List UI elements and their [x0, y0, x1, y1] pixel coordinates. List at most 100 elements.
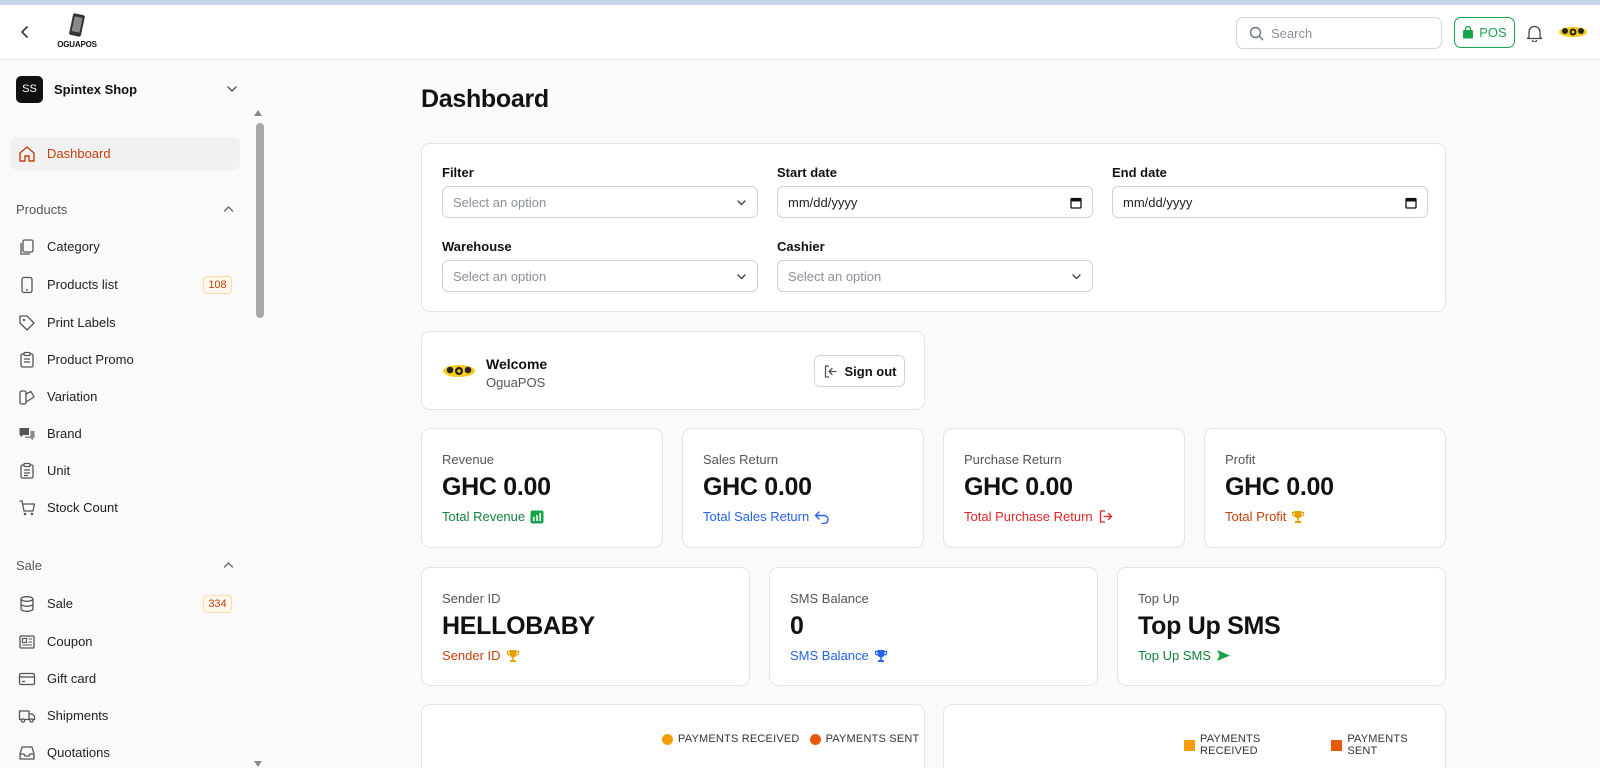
sidebar-item-gift-card[interactable]: Gift card — [10, 662, 240, 695]
sidebar-item-unit[interactable]: Unit — [10, 454, 240, 487]
sidebar-item-label: Variation — [47, 389, 98, 404]
chevron-up-icon — [223, 206, 234, 212]
legend-item[interactable]: PAYMENTS RECEIVED — [1184, 733, 1321, 757]
search-icon — [1249, 26, 1264, 41]
newspaper-icon — [19, 634, 35, 649]
stat-footer: Total Profit — [1225, 509, 1305, 524]
credit-card-icon — [18, 672, 36, 685]
start-date-input[interactable]: mm/dd/yyyy — [777, 186, 1093, 218]
legend-label: PAYMENTS SENT — [1347, 733, 1408, 757]
start-date-label: Start date — [777, 165, 837, 180]
shopping-bag-icon — [1463, 26, 1474, 39]
swatch-icon — [19, 389, 35, 405]
warehouse-select[interactable]: Select an option — [442, 260, 758, 292]
top-up-link[interactable]: Top Up SMS — [1138, 648, 1231, 663]
bell-icon[interactable] — [1526, 24, 1543, 42]
filter-panel: Filter Select an option Start date mm/dd… — [421, 143, 1446, 312]
user-avatar-icon[interactable] — [1557, 23, 1589, 41]
brand-logo-icon — [443, 365, 475, 377]
sidebar-item-category[interactable]: Category — [10, 230, 240, 263]
shop-name: Spintex Shop — [54, 81, 138, 97]
stat-footer-text: Total Profit — [1225, 509, 1287, 524]
payments-chart-left: PAYMENTS RECEIVED PAYMENTS SENT — [421, 704, 925, 768]
app-header: OGUAPOS POS — [0, 5, 1600, 60]
search-box[interactable] — [1236, 17, 1442, 49]
sidebar-item-coupon[interactable]: Coupon — [10, 625, 240, 658]
start-date-value: mm/dd/yyyy — [788, 194, 858, 210]
sales-return-card: Sales Return GHC 0.00 Total Sales Return — [682, 428, 924, 548]
legend-item[interactable]: PAYMENTS RECEIVED — [662, 733, 800, 745]
warehouse-label: Warehouse — [442, 239, 512, 254]
scrollbar-down-arrow[interactable] — [254, 761, 262, 767]
stat-value: GHC 0.00 — [442, 473, 551, 501]
scrollbar-up-arrow[interactable] — [254, 110, 262, 116]
sidebar-item-label: Coupon — [47, 634, 93, 649]
stat-label: Revenue — [442, 452, 495, 467]
sidebar-item-sale[interactable]: Sale 334 — [10, 587, 240, 620]
end-date-input[interactable]: mm/dd/yyyy — [1112, 186, 1428, 218]
cart-icon — [19, 499, 36, 515]
cashier-label: Cashier — [777, 239, 825, 254]
filter-label: Filter — [442, 165, 474, 180]
legend-dot-sent — [809, 733, 821, 745]
shop-switcher[interactable]: SS Spintex Shop — [16, 75, 244, 103]
sidebar-item-dashboard[interactable]: Dashboard — [10, 137, 240, 170]
chat-bubbles-icon — [19, 427, 35, 440]
search-input[interactable] — [1271, 18, 1436, 48]
trophy-icon — [506, 649, 519, 662]
stat-label: Profit — [1225, 452, 1256, 467]
sidebar-item-label: Shipments — [47, 708, 109, 723]
scrollbar-thumb[interactable] — [256, 123, 264, 318]
chevron-down-icon — [227, 86, 237, 92]
sidebar-item-brand[interactable]: Brand — [10, 417, 240, 450]
end-date-field: End date mm/dd/yyyy — [1112, 165, 1428, 218]
end-date-label: End date — [1112, 165, 1167, 180]
end-date-value: mm/dd/yyyy — [1123, 194, 1193, 210]
sidebar-item-print-labels[interactable]: Print Labels — [10, 306, 240, 339]
sidebar-item-quotations[interactable]: Quotations — [10, 736, 240, 768]
shop-avatar: SS — [16, 75, 43, 103]
undo-arrow-icon — [815, 510, 829, 524]
section-sale[interactable]: Sale — [16, 555, 234, 575]
home-icon — [19, 145, 35, 162]
app-logo[interactable]: OGUAPOS — [57, 13, 97, 53]
logo-text: OGUAPOS — [57, 40, 97, 49]
back-button[interactable] — [14, 21, 36, 43]
stat-value: GHC 0.00 — [1225, 473, 1334, 501]
stat-value: HELLOBABY — [442, 612, 595, 640]
sender-id-card: Sender ID HELLOBABY Sender ID — [421, 567, 750, 686]
sidebar-item-variation[interactable]: Variation — [10, 380, 240, 413]
cashier-select[interactable]: Select an option — [777, 260, 1093, 292]
cashier-placeholder: Select an option — [788, 268, 882, 284]
send-icon — [1216, 650, 1230, 661]
sidebar-item-label: Category — [47, 239, 100, 254]
trophy-icon — [1292, 510, 1305, 523]
sidebar-item-product-promo[interactable]: Product Promo — [10, 343, 240, 376]
chevron-down-icon — [1072, 274, 1081, 280]
device-icon — [21, 276, 33, 293]
sidebar-item-stock-count[interactable]: Stock Count — [10, 491, 240, 524]
products-count-badge: 108 — [203, 276, 232, 294]
stat-value: 0 — [790, 612, 804, 640]
calendar-icon[interactable] — [1405, 197, 1417, 209]
sign-out-button[interactable]: Sign out — [814, 355, 905, 387]
payments-chart-right: PAYMENTS RECEIVED PAYMENTS SENT — [943, 704, 1446, 768]
stat-footer: Total Revenue — [442, 509, 544, 524]
pos-button[interactable]: POS — [1454, 17, 1515, 48]
legend-item[interactable]: PAYMENTS SENT — [809, 733, 920, 745]
sidebar-item-label: Gift card — [47, 671, 97, 686]
chevron-up-icon — [223, 562, 234, 568]
stat-footer: Total Purchase Return — [964, 509, 1113, 524]
stat-footer-text: Sender ID — [442, 648, 501, 663]
filter-select[interactable]: Select an option — [442, 186, 758, 218]
sidebar-item-shipments[interactable]: Shipments — [10, 699, 240, 732]
sidebar-item-label: Product Promo — [47, 352, 134, 367]
legend-item[interactable]: PAYMENTS SENT — [1331, 733, 1441, 757]
truck-icon — [18, 709, 36, 723]
sidebar-item-products-list[interactable]: Products list 108 — [10, 268, 240, 301]
tag-icon — [19, 314, 35, 331]
top-up-card[interactable]: Top Up Top Up SMS Top Up SMS — [1117, 567, 1446, 686]
calendar-icon[interactable] — [1070, 197, 1082, 209]
section-products[interactable]: Products — [16, 199, 234, 219]
cashier-field: Cashier Select an option — [777, 239, 1093, 292]
